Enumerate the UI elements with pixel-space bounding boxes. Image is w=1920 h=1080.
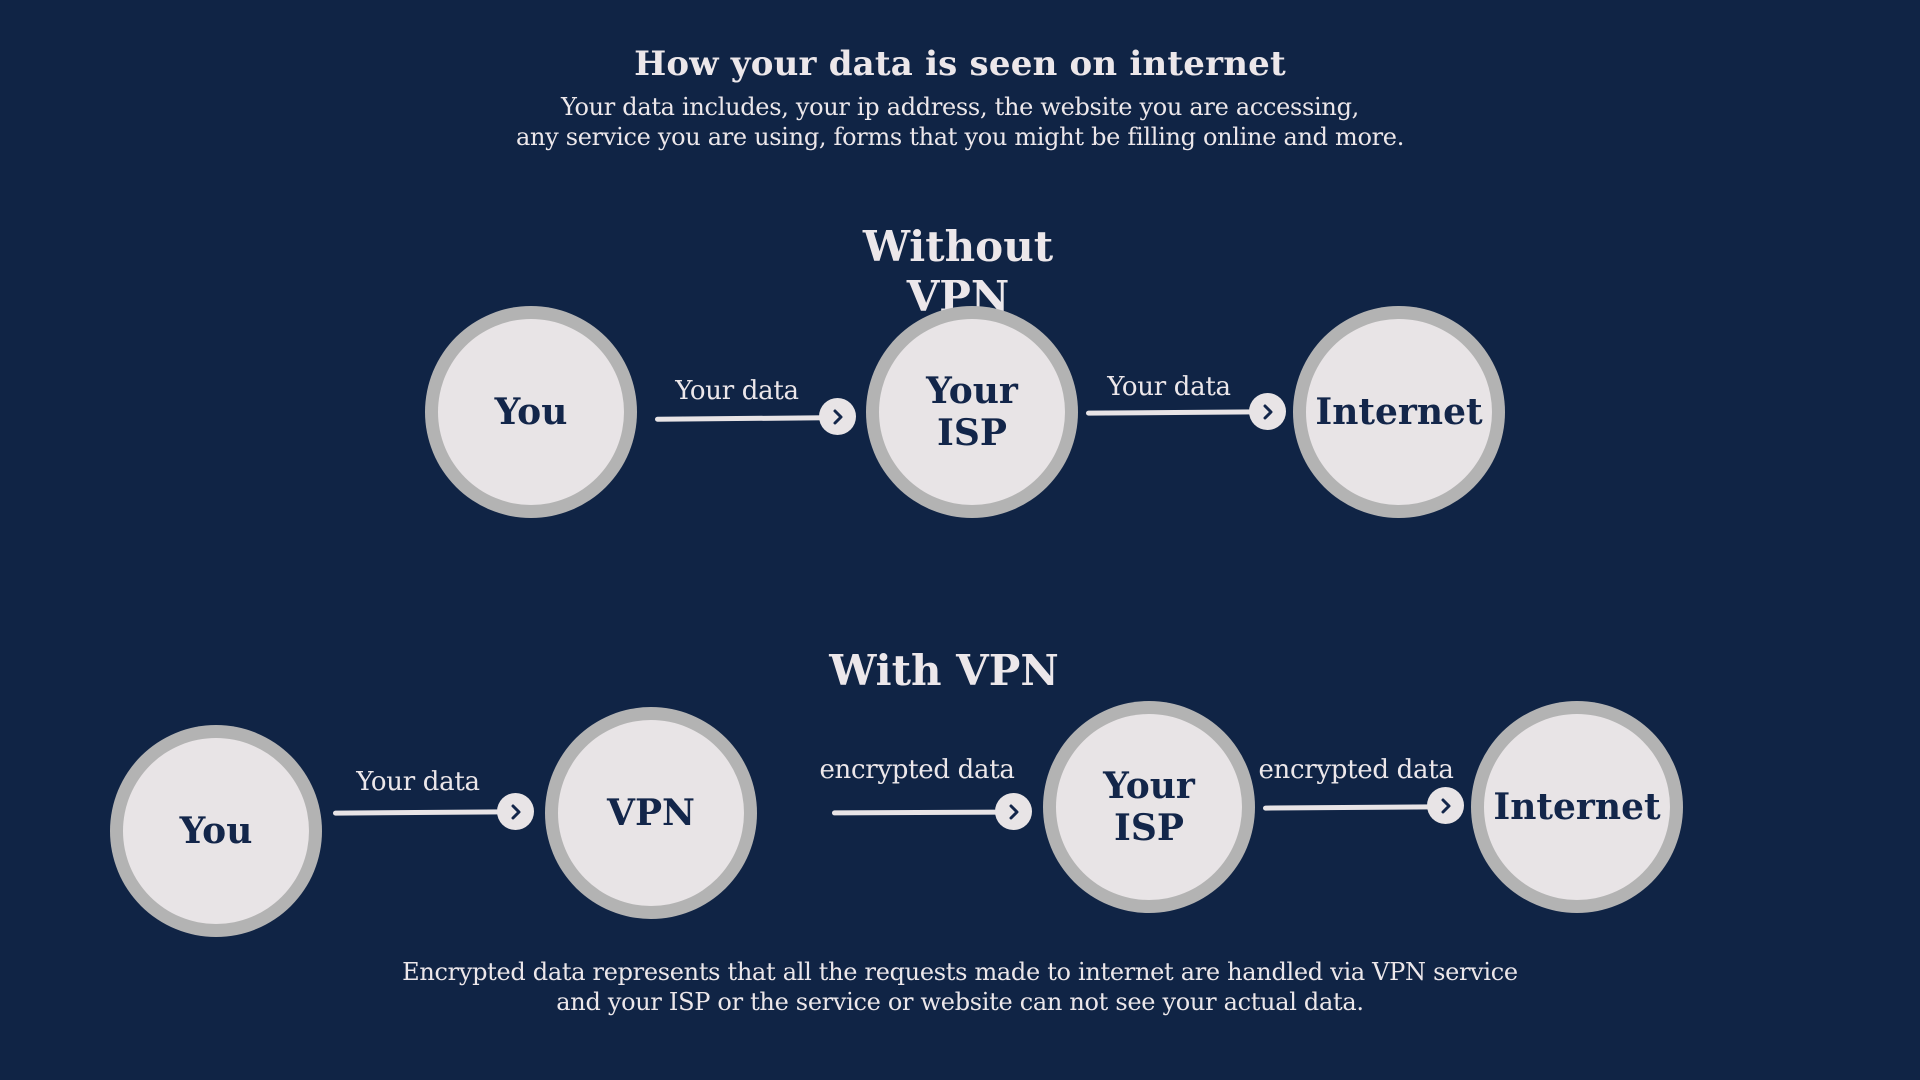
edge-line [332, 809, 506, 816]
vpn-infographic: How your data is seen on internet Your d… [0, 0, 1920, 1080]
page-title: How your data is seen on internet [634, 44, 1286, 84]
node-label: Internet [1315, 391, 1483, 433]
node-label: You [494, 391, 568, 433]
edge-label: encrypted data [819, 755, 1015, 785]
node-label: VPN [607, 792, 695, 834]
edge-line [654, 415, 828, 422]
chevron-right-icon [819, 398, 856, 435]
node-label: Your ISP [1103, 765, 1195, 849]
chevron-right-icon [1249, 393, 1286, 430]
page-subtitle: Your data includes, your ip address, the… [0, 92, 1920, 152]
node-label: Internet [1493, 786, 1661, 828]
node-internet: Internet [1471, 701, 1683, 913]
node-you: You [425, 306, 637, 518]
footer-note: Encrypted data represents that all the r… [0, 957, 1920, 1017]
chevron-right-icon [995, 793, 1032, 830]
edge-label: Your data [356, 767, 480, 797]
edge-label: Your data [675, 376, 799, 406]
edge-label: Your data [1107, 372, 1231, 402]
edge-label: encrypted data [1258, 755, 1454, 785]
chevron-right-icon [1427, 787, 1464, 824]
node-label: You [179, 810, 253, 852]
edge-line [831, 809, 1005, 816]
node-your-isp: Your ISP [866, 306, 1078, 518]
node-your-isp: Your ISP [1043, 701, 1255, 913]
edge-line [1085, 409, 1259, 416]
footer-line: Encrypted data represents that all the r… [402, 958, 1518, 986]
subtitle-line: any service you are using, forms that yo… [515, 123, 1405, 151]
footer-line: and your ISP or the service or website c… [556, 988, 1364, 1016]
chevron-right-icon [497, 793, 534, 830]
node-vpn: VPN [545, 707, 757, 919]
node-internet: Internet [1293, 306, 1505, 518]
edge-line [1262, 804, 1436, 811]
node-you: You [110, 725, 322, 937]
section-title-with-vpn: With VPN [829, 646, 1059, 695]
node-label: Your ISP [926, 370, 1018, 454]
subtitle-line: Your data includes, your ip address, the… [561, 93, 1359, 121]
